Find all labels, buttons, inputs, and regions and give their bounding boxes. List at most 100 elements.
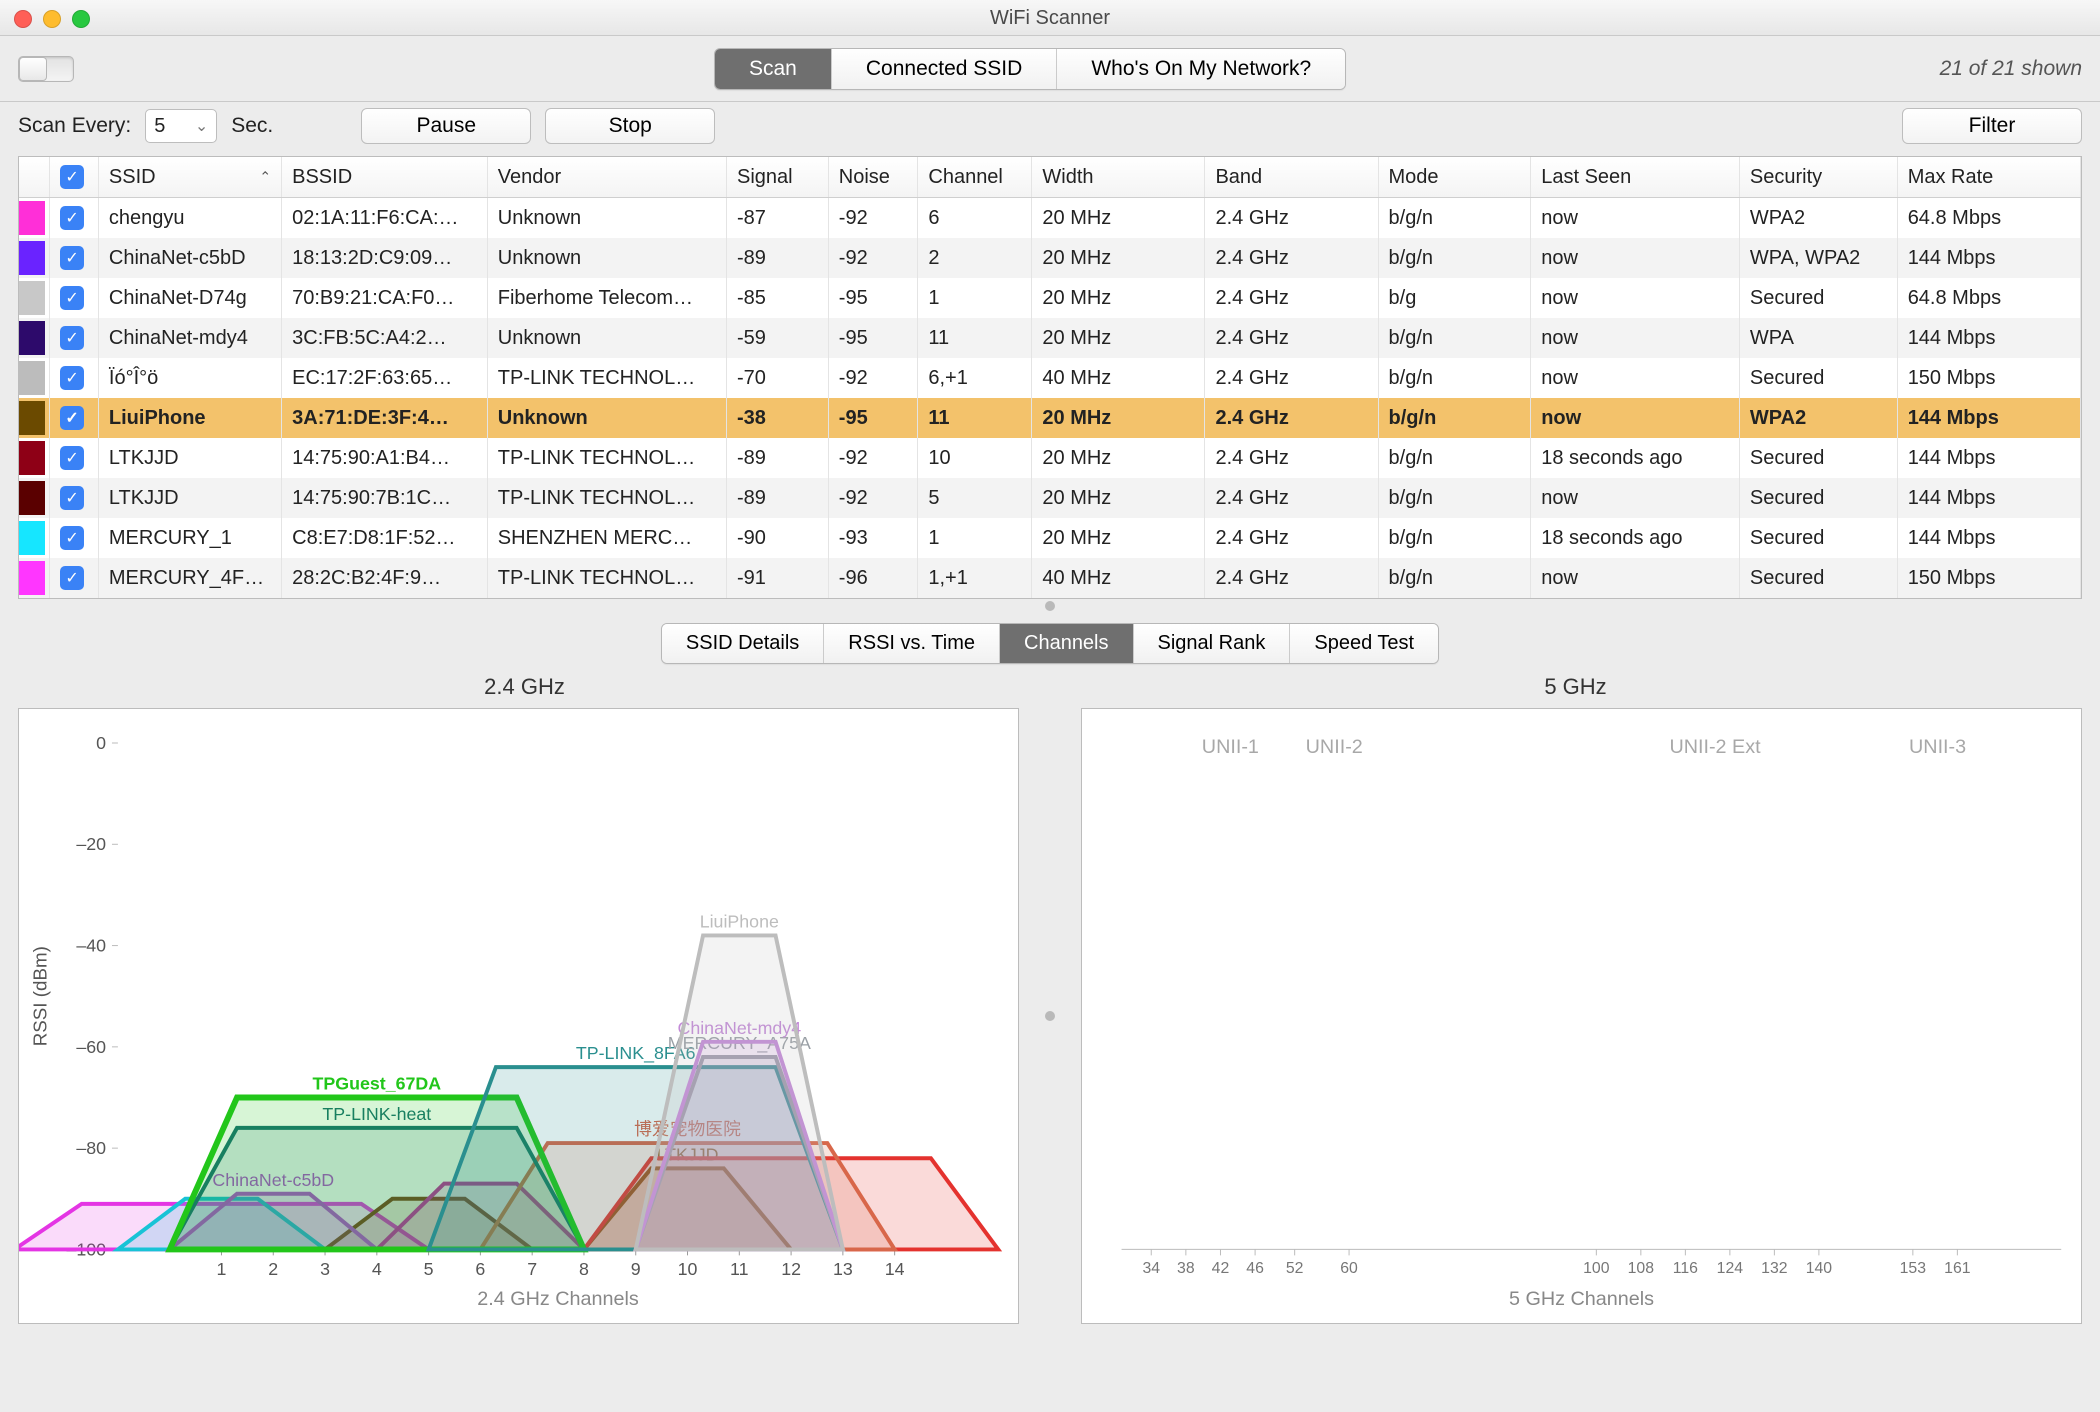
cell-signal: -89 [727, 238, 829, 278]
cell-width: 20 MHz [1032, 238, 1205, 278]
table-row[interactable]: ✓ChinaNet-mdy43C:FB:5C:A4:2…Unknown-59-9… [19, 318, 2081, 358]
cell-vendor: TP-LINK TECHNOL… [487, 558, 726, 598]
table-row[interactable]: ✓ChinaNet-D74g70:B9:21:CA:F0…Fiberhome T… [19, 278, 2081, 318]
row-checkbox[interactable]: ✓ [60, 566, 84, 590]
col-color [19, 157, 50, 198]
chart-5ghz: UNII-1UNII-2UNII-2 ExtUNII-3343842465260… [1082, 709, 2081, 1323]
col-bssid[interactable]: BSSID [282, 157, 488, 198]
cell-mode: b/g/n [1378, 438, 1531, 478]
scan-interval-value: 5 [154, 115, 165, 138]
cell-mode: b/g/n [1378, 358, 1531, 398]
main-tab-who-s-on-my-network-[interactable]: Who's On My Network? [1057, 49, 1345, 89]
svg-text:46: 46 [1246, 1260, 1264, 1277]
col-signal[interactable]: Signal [727, 157, 829, 198]
col-width[interactable]: Width [1032, 157, 1205, 198]
cell-width: 20 MHz [1032, 198, 1205, 239]
svg-text:LiuiPhone: LiuiPhone [700, 912, 779, 932]
svg-text:108: 108 [1628, 1260, 1655, 1277]
row-checkbox[interactable]: ✓ [60, 326, 84, 350]
row-checkbox[interactable]: ✓ [60, 446, 84, 470]
scan-interval-select[interactable]: 5 ⌄ [145, 109, 217, 143]
row-checkbox[interactable]: ✓ [60, 526, 84, 550]
detail-tab-signal-rank[interactable]: Signal Rank [1134, 624, 1291, 663]
svg-text:153: 153 [1900, 1260, 1927, 1277]
col-max-rate[interactable]: Max Rate [1897, 157, 2080, 198]
col-band[interactable]: Band [1205, 157, 1378, 198]
svg-text:116: 116 [1673, 1260, 1698, 1277]
cell-ssid: MERCURY_4F9… [98, 558, 281, 598]
cell-band: 2.4 GHz [1205, 278, 1378, 318]
stop-button[interactable]: Stop [545, 108, 715, 144]
col-mode[interactable]: Mode [1378, 157, 1531, 198]
cell-last_seen: now [1531, 318, 1740, 358]
detail-tab-channels[interactable]: Channels [1000, 624, 1134, 663]
row-color-swatch [19, 361, 45, 395]
col-last-seen[interactable]: Last Seen [1531, 157, 1740, 198]
cell-vendor: Fiberhome Telecom… [487, 278, 726, 318]
col-ssid[interactable]: SSID⌃ [98, 157, 281, 198]
cell-mode: b/g/n [1378, 478, 1531, 518]
table-row[interactable]: ✓LiuiPhone3A:71:DE:3F:4…Unknown-38-95112… [19, 398, 2081, 438]
minimize-window-button[interactable] [43, 10, 61, 28]
table-row[interactable]: ✓LTKJJD14:75:90:7B:1C…TP-LINK TECHNOL…-8… [19, 478, 2081, 518]
table-row[interactable]: ✓LTKJJD14:75:90:A1:B4…TP-LINK TECHNOL…-8… [19, 438, 2081, 478]
pause-button[interactable]: Pause [361, 108, 531, 144]
cell-noise: -92 [828, 358, 918, 398]
cell-noise: -92 [828, 478, 918, 518]
svg-text:UNII-3: UNII-3 [1909, 736, 1966, 758]
row-checkbox[interactable]: ✓ [60, 246, 84, 270]
detail-tab-ssid-details[interactable]: SSID Details [662, 624, 824, 663]
filter-button[interactable]: Filter [1902, 108, 2082, 144]
table-body: ✓chengyu02:1A:11:F6:CA:…Unknown-87-92620… [19, 198, 2081, 599]
cell-bssid: 70:B9:21:CA:F0… [282, 278, 488, 318]
cell-last_seen: now [1531, 278, 1740, 318]
col-vendor[interactable]: Vendor [487, 157, 726, 198]
col-noise[interactable]: Noise [828, 157, 918, 198]
cell-vendor: Unknown [487, 318, 726, 358]
cell-max_rate: 144 Mbps [1897, 238, 2080, 278]
table-row[interactable]: ✓chengyu02:1A:11:F6:CA:…Unknown-87-92620… [19, 198, 2081, 239]
table-row[interactable]: ✓Ïó°Î°öEC:17:2F:63:65…TP-LINK TECHNOL…-7… [19, 358, 2081, 398]
close-window-button[interactable] [14, 10, 32, 28]
svg-text:124: 124 [1717, 1260, 1744, 1277]
row-checkbox[interactable]: ✓ [60, 406, 84, 430]
horizontal-splitter[interactable] [0, 599, 2100, 613]
detail-tabs-row: SSID DetailsRSSI vs. TimeChannelsSignal … [0, 613, 2100, 670]
col-security[interactable]: Security [1739, 157, 1897, 198]
vertical-splitter[interactable] [1043, 708, 1057, 1324]
row-checkbox[interactable]: ✓ [60, 366, 84, 390]
cell-width: 40 MHz [1032, 358, 1205, 398]
main-tab-scan[interactable]: Scan [715, 49, 832, 89]
cell-noise: -95 [828, 398, 918, 438]
table-row[interactable]: ✓MERCURY_1C8:E7:D8:1F:52…SHENZHEN MERC…-… [19, 518, 2081, 558]
zoom-window-button[interactable] [72, 10, 90, 28]
col-checkbox[interactable]: ✓ [50, 157, 99, 198]
cell-last_seen: 18 seconds ago [1531, 518, 1740, 558]
cell-security: WPA2 [1739, 198, 1897, 239]
row-checkbox[interactable]: ✓ [60, 206, 84, 230]
scan-toggle[interactable] [18, 56, 74, 82]
detail-tab-rssi-vs-time[interactable]: RSSI vs. Time [824, 624, 1000, 663]
table-row[interactable]: ✓ChinaNet-c5bD18:13:2D:C9:09…Unknown-89-… [19, 238, 2081, 278]
cell-width: 20 MHz [1032, 318, 1205, 358]
cell-max_rate: 144 Mbps [1897, 518, 2080, 558]
cell-band: 2.4 GHz [1205, 238, 1378, 278]
row-checkbox[interactable]: ✓ [60, 286, 84, 310]
detail-tabs: SSID DetailsRSSI vs. TimeChannelsSignal … [661, 623, 1439, 664]
toolbar-top: ScanConnected SSIDWho's On My Network? 2… [0, 36, 2100, 102]
svg-text:8: 8 [579, 1259, 589, 1279]
main-tab-connected-ssid[interactable]: Connected SSID [832, 49, 1057, 89]
detail-tab-speed-test[interactable]: Speed Test [1290, 624, 1438, 663]
table-row[interactable]: ✓MERCURY_4F9…28:2C:B2:4F:9…TP-LINK TECHN… [19, 558, 2081, 598]
cell-width: 20 MHz [1032, 278, 1205, 318]
cell-band: 2.4 GHz [1205, 438, 1378, 478]
cell-mode: b/g [1378, 278, 1531, 318]
cell-max_rate: 64.8 Mbps [1897, 278, 2080, 318]
col-channel[interactable]: Channel [918, 157, 1032, 198]
titlebar: WiFi Scanner [0, 0, 2100, 36]
row-color-swatch [19, 441, 45, 475]
row-checkbox[interactable]: ✓ [60, 486, 84, 510]
check-icon: ✓ [60, 165, 84, 189]
cell-channel: 1 [918, 518, 1032, 558]
cell-channel: 11 [918, 398, 1032, 438]
